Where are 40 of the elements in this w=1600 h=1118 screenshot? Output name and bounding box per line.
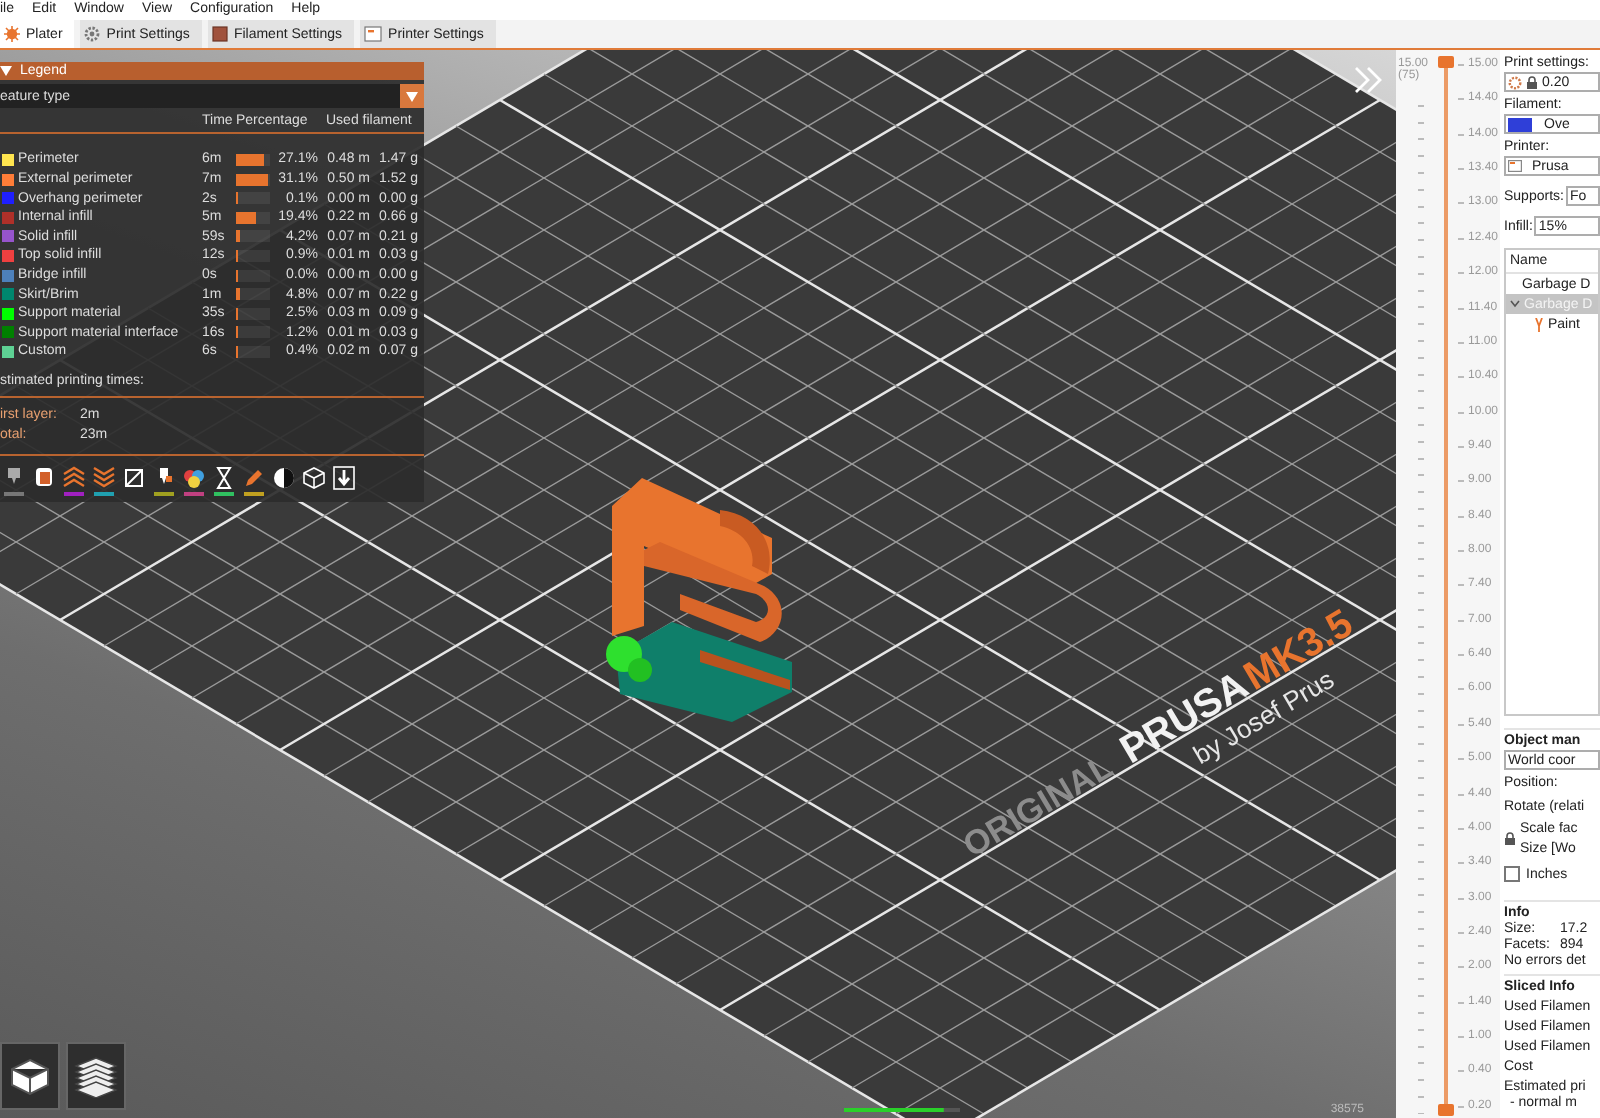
view-layers-button[interactable] — [66, 1042, 126, 1110]
triangle-icon — [0, 66, 12, 76]
layers-icon — [72, 1054, 120, 1098]
nozzle-toggle[interactable] — [152, 465, 176, 496]
pencil-icon — [242, 465, 266, 490]
zigzag-icon — [92, 465, 116, 490]
half-circle-icon — [272, 465, 296, 490]
chevrons-icon[interactable] — [1352, 66, 1384, 94]
hourglass-toggle[interactable] — [212, 465, 236, 496]
gear-icon — [1508, 75, 1522, 89]
color-circles-toggle[interactable] — [182, 465, 206, 496]
lock-icon — [1526, 75, 1538, 89]
color-circles-icon — [182, 465, 206, 490]
triangle-icon — [406, 91, 418, 101]
brush-icon — [1534, 317, 1544, 331]
zigzag-toggle[interactable] — [62, 465, 86, 496]
cube-icon — [302, 465, 326, 490]
hourglass-icon — [212, 465, 236, 490]
download-icon — [332, 465, 356, 490]
marker-icon — [32, 465, 56, 490]
slider-thumb[interactable] — [1438, 1104, 1454, 1116]
square-icon — [211, 26, 228, 42]
nozzle-toggle[interactable] — [2, 465, 26, 496]
printer-icon — [364, 26, 383, 42]
pencil-toggle[interactable] — [242, 465, 266, 496]
checkbox[interactable] — [1504, 866, 1520, 882]
printer-icon — [1508, 160, 1522, 172]
download-toggle[interactable] — [332, 465, 356, 496]
dropdown-button[interactable] — [400, 84, 424, 108]
caret-icon[interactable] — [1510, 300, 1520, 308]
starburst-icon — [4, 26, 20, 42]
gear-icon — [84, 26, 101, 42]
slider-thumb[interactable] — [1438, 56, 1454, 68]
lock-icon[interactable] — [1504, 832, 1516, 846]
view-3d-button[interactable] — [0, 1042, 60, 1110]
crossed-square-icon — [122, 465, 146, 490]
filament-swatch-icon — [1508, 117, 1532, 131]
cube-icon — [8, 1054, 52, 1098]
zigzag-icon — [62, 465, 86, 490]
zigzag-toggle[interactable] — [92, 465, 116, 496]
